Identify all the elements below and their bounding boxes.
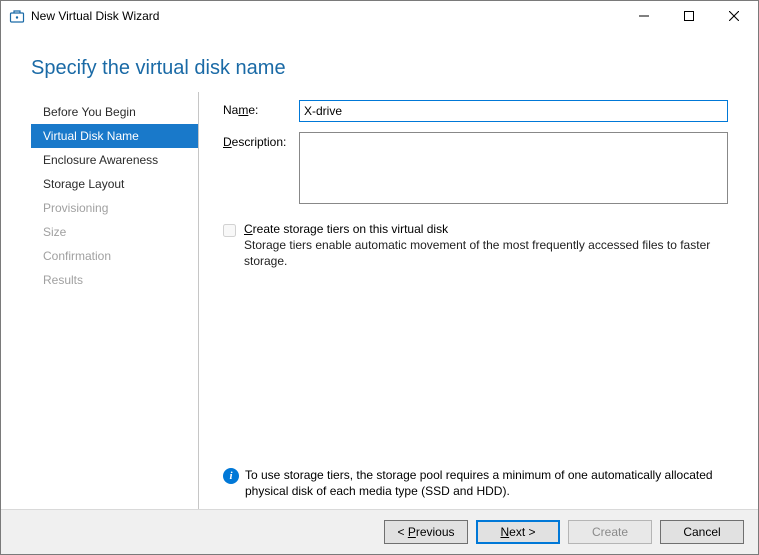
minimize-button[interactable] <box>621 2 666 31</box>
name-row: Name: <box>223 100 728 122</box>
step-before-you-begin[interactable]: Before You Begin <box>31 100 198 124</box>
description-row: Description: <box>223 132 728 204</box>
wizard-footer: < Previous Next > Create Cancel <box>1 509 758 554</box>
close-button[interactable] <box>711 2 756 31</box>
description-label: Description: <box>223 132 299 149</box>
storage-tiers-label: Create storage tiers on this virtual dis… <box>244 222 728 236</box>
storage-tiers-row: Create storage tiers on this virtual dis… <box>223 222 728 269</box>
wizard-header: Specify the virtual disk name <box>1 31 758 92</box>
wizard-body: Before You Begin Virtual Disk Name Enclo… <box>1 92 758 509</box>
step-size: Size <box>31 220 198 244</box>
step-list: Before You Begin Virtual Disk Name Enclo… <box>31 92 199 509</box>
next-button[interactable]: Next > <box>476 520 560 544</box>
name-input[interactable] <box>299 100 728 122</box>
cancel-button[interactable]: Cancel <box>660 520 744 544</box>
app-icon <box>9 8 25 24</box>
info-row: i To use storage tiers, the storage pool… <box>223 461 728 509</box>
step-results: Results <box>31 268 198 292</box>
step-enclosure-awareness[interactable]: Enclosure Awareness <box>31 148 198 172</box>
step-confirmation: Confirmation <box>31 244 198 268</box>
name-label: Name: <box>223 100 299 117</box>
storage-tiers-checkbox[interactable] <box>223 224 236 237</box>
create-button: Create <box>568 520 652 544</box>
description-input[interactable] <box>299 132 728 204</box>
previous-button[interactable]: < Previous <box>384 520 468 544</box>
titlebar: New Virtual Disk Wizard <box>1 1 758 31</box>
step-provisioning: Provisioning <box>31 196 198 220</box>
window-title: New Virtual Disk Wizard <box>31 9 621 23</box>
step-virtual-disk-name[interactable]: Virtual Disk Name <box>31 124 198 148</box>
storage-tiers-desc: Storage tiers enable automatic movement … <box>244 237 728 269</box>
info-icon: i <box>223 468 239 484</box>
page-title: Specify the virtual disk name <box>31 57 728 80</box>
maximize-button[interactable] <box>666 2 711 31</box>
info-text: To use storage tiers, the storage pool r… <box>245 467 728 499</box>
step-storage-layout[interactable]: Storage Layout <box>31 172 198 196</box>
storage-tiers-text: Create storage tiers on this virtual dis… <box>244 222 728 269</box>
wizard-content: Name: Description: Create storage tiers … <box>199 92 728 509</box>
